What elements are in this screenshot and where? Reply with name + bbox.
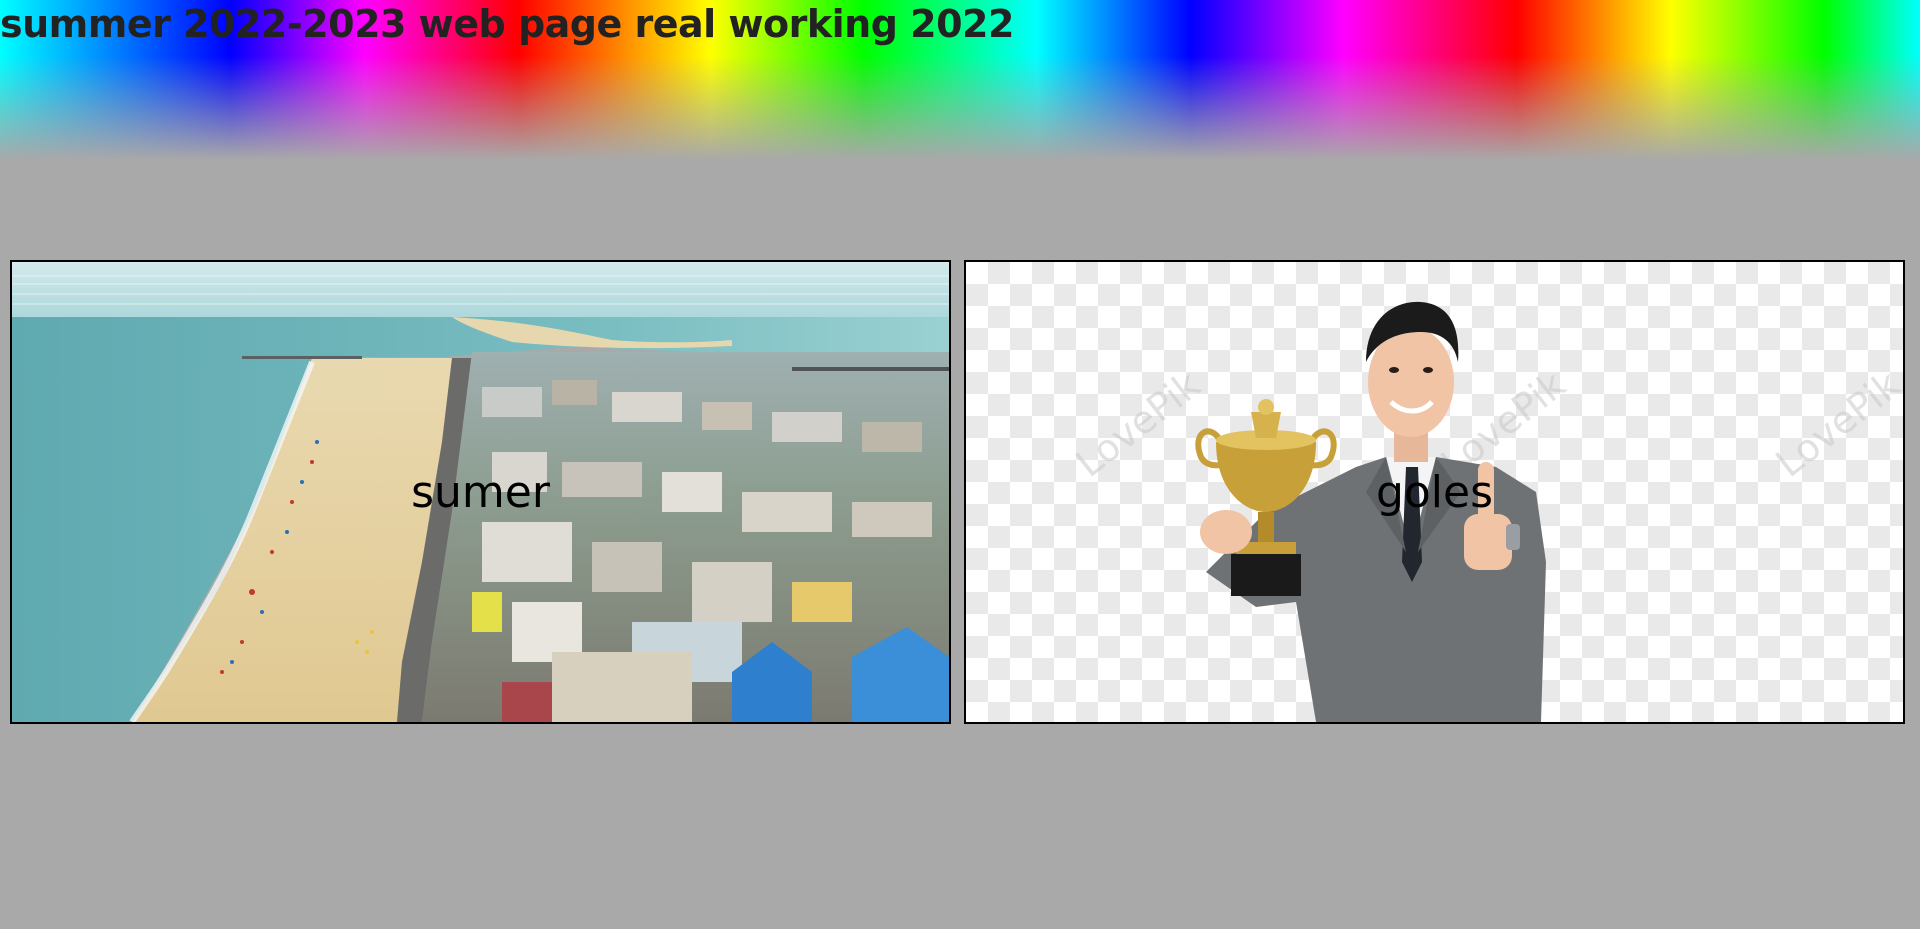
goals-caption: goles — [1375, 467, 1494, 518]
page-title: summer 2022-2023 web page real working 2… — [0, 2, 1014, 46]
page: summer 2022-2023 web page real working 2… — [0, 0, 1920, 929]
summer-image-card[interactable]: sumer — [10, 260, 951, 724]
summer-caption: sumer — [411, 467, 550, 518]
goals-image-card[interactable]: LovePik LovePik LovePik goles — [964, 260, 1905, 724]
